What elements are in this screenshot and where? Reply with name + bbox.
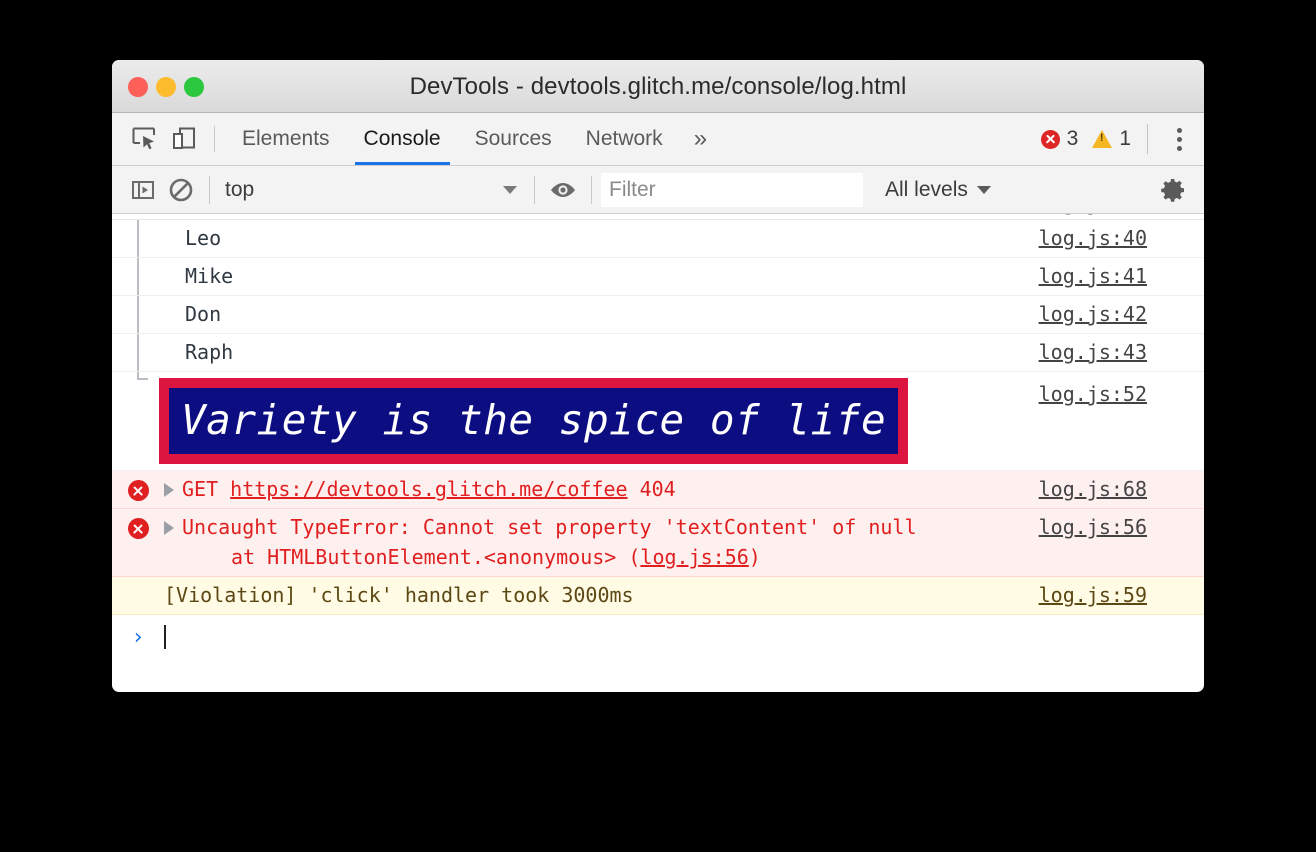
console-sidebar-icon[interactable]: [124, 171, 162, 209]
filter-input[interactable]: [601, 173, 863, 207]
request-method: GET: [182, 477, 218, 501]
log-level-label: All levels: [885, 178, 968, 202]
error-icon: [1041, 130, 1060, 149]
console-source-link[interactable]: log.js:41: [1029, 262, 1204, 291]
console-source-link[interactable]: log.js:68: [1029, 475, 1204, 504]
toolbar-divider: [591, 176, 592, 204]
tab-console[interactable]: Console: [347, 113, 458, 165]
console-row-log[interactable]: Don log.js:42: [112, 296, 1204, 334]
console-message-text: [112, 214, 1029, 218]
console-toolbar: top All levels: [112, 166, 1204, 214]
request-status: 404: [640, 477, 676, 501]
console-message-text: Raph: [112, 338, 1029, 367]
tab-elements[interactable]: Elements: [225, 113, 347, 165]
warning-count-value: 1: [1119, 127, 1131, 151]
execution-context-selector[interactable]: top: [219, 178, 525, 202]
console-row-styled[interactable]: Variety is the spice of life log.js:52: [112, 372, 1204, 471]
tab-sources[interactable]: Sources: [458, 113, 569, 165]
error-count-value: 3: [1067, 127, 1079, 151]
console-source-link[interactable]: log.js:52: [1029, 372, 1204, 409]
console-row-error[interactable]: Uncaught TypeError: Cannot set property …: [112, 509, 1204, 577]
tab-console-label: Console: [364, 127, 441, 151]
warning-icon: [1092, 130, 1112, 148]
error-summary: Uncaught TypeError: Cannot set property …: [182, 515, 917, 539]
live-expression-icon[interactable]: [544, 171, 582, 209]
console-styled-message: Variety is the spice of life: [112, 372, 1029, 470]
error-count-badge[interactable]: 3: [1041, 127, 1079, 151]
console-row-log[interactable]: Leo log.js:40: [112, 220, 1204, 258]
error-stack-link[interactable]: log.js:56: [640, 545, 748, 569]
console-row-error[interactable]: GET https://devtools.glitch.me/coffee 40…: [112, 471, 1204, 509]
console-prompt[interactable]: ›: [112, 615, 1204, 649]
error-icon-cell: [112, 475, 164, 501]
toolbar-divider: [209, 176, 210, 204]
console-row-violation[interactable]: [Violation] 'click' handler took 3000ms …: [112, 577, 1204, 615]
console-row-log[interactable]: Mike log.js:41: [112, 258, 1204, 296]
more-tabs-button[interactable]: »: [680, 113, 721, 165]
console-message-list[interactable]: log.js:39 Leo log.js:40 Mike log.js:41 D…: [112, 214, 1204, 649]
console-message-text: [Violation] 'click' handler took 3000ms: [112, 581, 1029, 610]
toolbar-divider: [534, 176, 535, 204]
console-source-link[interactable]: log.js:40: [1029, 224, 1204, 253]
console-source-link[interactable]: log.js:42: [1029, 300, 1204, 329]
console-source-link[interactable]: log.js:39: [1029, 214, 1204, 218]
console-row-log[interactable]: Raph log.js:43: [112, 334, 1204, 372]
toolbar-divider: [214, 126, 215, 152]
chevron-down-icon: [503, 186, 517, 194]
console-message-text: Mike: [112, 262, 1029, 291]
window-titlebar: DevTools - devtools.glitch.me/console/lo…: [112, 60, 1204, 113]
tabbar-divider: [1147, 124, 1148, 154]
error-stack-suffix: ): [749, 545, 761, 569]
error-icon-cell: [112, 513, 164, 539]
error-icon: [128, 480, 149, 501]
expand-arrow-icon[interactable]: [164, 483, 174, 497]
prompt-text-cursor: [164, 625, 166, 649]
expand-arrow-icon[interactable]: [164, 521, 174, 535]
devtools-window: DevTools - devtools.glitch.me/console/lo…: [112, 60, 1204, 692]
error-stack-line: at HTMLButtonElement.<anonymous> (log.js…: [182, 542, 917, 572]
chevron-down-icon: [977, 186, 991, 194]
warning-count-badge[interactable]: 1: [1092, 127, 1131, 151]
log-level-selector[interactable]: All levels: [885, 178, 991, 202]
request-url-link[interactable]: https://devtools.glitch.me/coffee: [230, 477, 627, 501]
tab-network-label: Network: [586, 127, 663, 151]
console-message-text: Don: [112, 300, 1029, 329]
panel-tabs: Elements Console Sources Network »: [225, 113, 721, 165]
console-toolbar-right: [1154, 171, 1204, 209]
window-title: DevTools - devtools.glitch.me/console/lo…: [112, 73, 1204, 101]
prompt-chevron-icon: ›: [112, 624, 164, 649]
tab-network[interactable]: Network: [569, 113, 680, 165]
more-options-icon[interactable]: [1164, 122, 1194, 156]
execution-context-label: top: [225, 178, 503, 202]
console-source-link[interactable]: log.js:59: [1029, 581, 1204, 610]
inspect-element-icon[interactable]: [124, 119, 164, 159]
tab-elements-label: Elements: [242, 127, 330, 151]
error-icon: [128, 518, 149, 539]
error-stack-prefix: at HTMLButtonElement.<anonymous> (: [231, 545, 640, 569]
tabbar-right-controls: 3 1: [1041, 122, 1204, 156]
console-source-link[interactable]: log.js:56: [1029, 513, 1204, 542]
console-source-link[interactable]: log.js:43: [1029, 338, 1204, 367]
device-toolbar-icon[interactable]: [164, 119, 204, 159]
settings-gear-icon[interactable]: [1154, 171, 1192, 209]
tab-sources-label: Sources: [475, 127, 552, 151]
console-message-text: GET https://devtools.glitch.me/coffee 40…: [164, 475, 1029, 504]
console-styled-message-text: Variety is the spice of life: [159, 378, 908, 464]
console-message-text: Uncaught TypeError: Cannot set property …: [164, 513, 1029, 572]
console-message-text: Leo: [112, 224, 1029, 253]
clear-console-icon[interactable]: [162, 171, 200, 209]
error-message-text: GET https://devtools.glitch.me/coffee 40…: [182, 475, 676, 504]
devtools-tabbar: Elements Console Sources Network » 3 1: [112, 113, 1204, 166]
more-tabs-label: »: [694, 125, 707, 153]
error-message-text: Uncaught TypeError: Cannot set property …: [182, 513, 917, 572]
